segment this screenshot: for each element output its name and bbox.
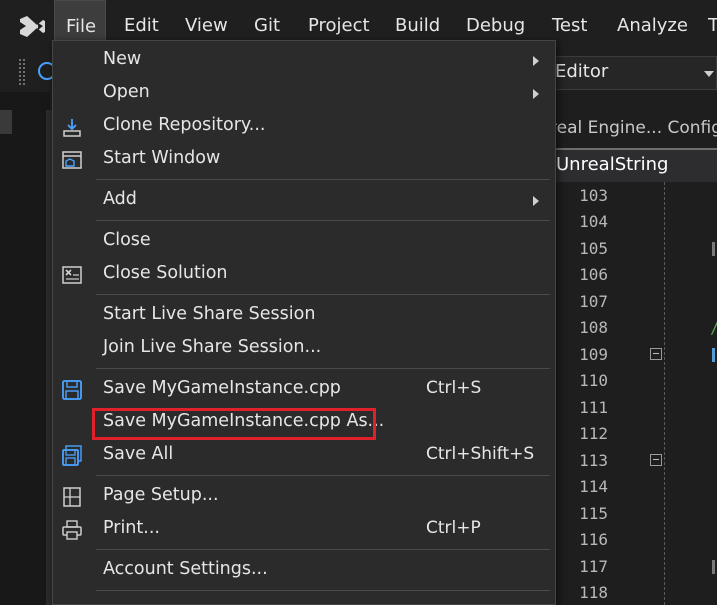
line-number: 103 <box>579 186 608 205</box>
menu-item-label: Page Setup... <box>103 485 219 505</box>
menu-analyze[interactable]: Analyze <box>617 0 688 52</box>
menu-item-label: Close <box>103 230 151 250</box>
line-number: 104 <box>579 212 608 231</box>
left-panel <box>0 92 50 605</box>
editor-tab-label: UnrealString <box>556 154 669 175</box>
menu-item-label: Start Window <box>103 148 221 168</box>
menu-item-shortcut: Ctrl+P <box>426 518 481 538</box>
menu-item-add[interactable]: Add <box>52 185 556 218</box>
line-number: 111 <box>579 398 608 417</box>
menu-item-start-live-share[interactable]: Start Live Share Session <box>52 300 556 333</box>
line-number: 117 <box>579 557 608 576</box>
menu-item-shortcut: Ctrl+S <box>426 378 482 398</box>
menu-item-save-all[interactable]: Save All Ctrl+Shift+S <box>52 440 556 473</box>
submenu-arrow-icon <box>533 89 539 99</box>
visual-studio-logo-icon[interactable] <box>16 10 48 42</box>
menu-item-label: Print... <box>103 518 160 538</box>
printer-icon <box>62 520 82 540</box>
menu-item-label: Save All <box>103 444 174 464</box>
configuration-value: Editor <box>555 61 609 82</box>
code-comment-fragment: // <box>710 318 717 337</box>
menu-test[interactable]: Test <box>552 0 587 52</box>
menu-item-label: Add <box>103 189 137 209</box>
menu-item-shortcut: Ctrl+Shift+S <box>426 444 535 464</box>
outline-guide <box>664 182 665 605</box>
chevron-down-icon <box>704 71 714 77</box>
line-number: 116 <box>579 530 608 549</box>
start-window-icon <box>62 151 82 169</box>
collapse-toggle-icon[interactable] <box>650 348 662 360</box>
download-icon <box>63 119 81 137</box>
menu-item-label: Save MyGameInstance.cpp <box>103 378 341 398</box>
toolbar-grip[interactable] <box>18 58 26 86</box>
line-number: 115 <box>579 504 608 523</box>
menu-item-clone-repository[interactable]: Clone Repository... <box>52 111 556 144</box>
line-number: 106 <box>579 265 608 284</box>
left-panel-tab[interactable] <box>0 110 12 134</box>
menu-separator <box>96 294 550 295</box>
menu-item-close-solution[interactable]: Close Solution <box>52 259 556 292</box>
close-solution-icon <box>62 266 82 284</box>
line-number: 114 <box>579 477 608 496</box>
menu-separator <box>96 549 550 550</box>
menu-item-print[interactable]: Print... Ctrl+P <box>52 514 556 547</box>
menu-item-label: Open <box>103 82 150 102</box>
line-number: 110 <box>579 371 608 390</box>
menu-item-label: Close Solution <box>103 263 228 283</box>
line-number: 109 <box>579 345 608 364</box>
menu-item-page-setup[interactable]: Page Setup... <box>52 481 556 514</box>
save-all-icon <box>62 445 82 466</box>
menu-item-save[interactable]: Save MyGameInstance.cpp Ctrl+S <box>52 374 556 407</box>
menu-item-join-live-share[interactable]: Join Live Share Session... <box>52 333 556 366</box>
line-number: 105 <box>579 239 608 258</box>
menu-separator <box>96 220 550 221</box>
menu-item-label: Start Live Share Session <box>103 304 316 324</box>
menu-separator <box>96 475 550 476</box>
menu-item-account-settings[interactable]: Account Settings... <box>52 555 556 588</box>
code-fragment <box>712 242 715 256</box>
submenu-arrow-icon <box>533 196 539 206</box>
menu-item-open[interactable]: Open <box>52 78 556 111</box>
line-number: 112 <box>579 424 608 443</box>
save-icon <box>62 380 82 400</box>
menu-item-label: Account Settings... <box>103 559 268 579</box>
menu-item-start-window[interactable]: Start Window <box>52 144 556 177</box>
line-number: 118 <box>579 583 608 602</box>
line-number: 113 <box>579 451 608 470</box>
submenu-arrow-icon <box>533 56 539 66</box>
menu-item-new[interactable]: New <box>52 45 556 78</box>
line-number: 107 <box>579 292 608 311</box>
menu-item-label: Clone Repository... <box>103 115 266 135</box>
collapse-toggle-icon[interactable] <box>650 454 662 466</box>
menu-tools[interactable]: T <box>708 0 717 52</box>
menu-separator <box>96 590 550 591</box>
menu-item-label: New <box>103 49 142 69</box>
menu-item-close[interactable]: Close <box>52 226 556 259</box>
line-number: 108 <box>579 318 608 337</box>
menu-separator <box>96 179 550 180</box>
editor-tab[interactable]: UnrealString <box>550 148 717 182</box>
solution-configuration-dropdown[interactable]: Editor <box>548 56 717 90</box>
code-fragment <box>712 348 715 362</box>
menu-separator <box>96 368 550 369</box>
page-setup-icon <box>63 487 81 507</box>
code-fragment <box>712 560 715 574</box>
menu-item-label: Join Live Share Session... <box>103 337 322 357</box>
navigation-breadcrumb[interactable]: real Engine... Config <box>550 114 717 144</box>
breadcrumb-text: real Engine... Config <box>550 118 717 138</box>
highlight-box <box>92 408 376 440</box>
